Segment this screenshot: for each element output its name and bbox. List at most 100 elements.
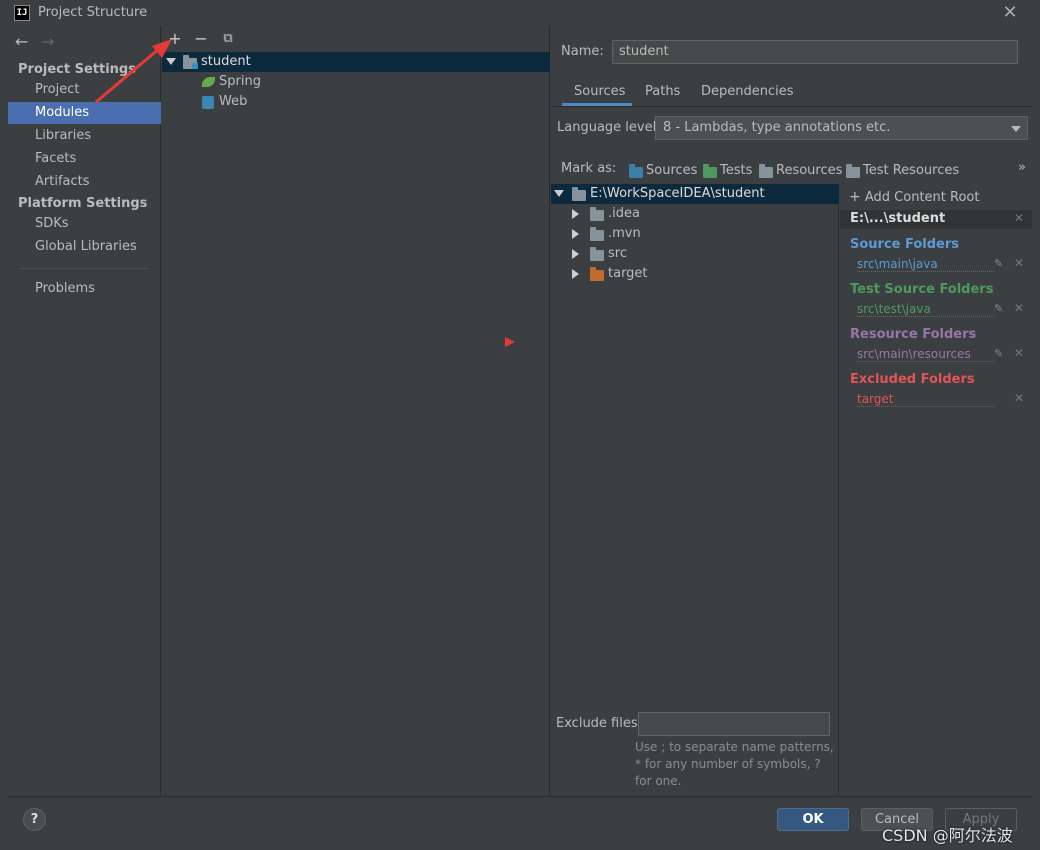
copy-icon[interactable]: ⧉ bbox=[219, 30, 237, 48]
content-roots-panel bbox=[840, 183, 1032, 795]
expand-arrow-icon[interactable] bbox=[554, 190, 564, 197]
chevron-down-icon bbox=[1011, 126, 1021, 132]
sources-folder-icon bbox=[629, 164, 643, 178]
project-structure-dialog: IJ Project Structure ✕ ← → Project Setti… bbox=[0, 0, 1040, 850]
sidebar-item-artifacts[interactable]: Artifacts bbox=[8, 171, 161, 193]
edit-icon[interactable]: ✎ bbox=[994, 257, 1003, 270]
module-name-input[interactable]: student bbox=[612, 40, 1018, 64]
module-badge-icon bbox=[192, 63, 198, 69]
excluded-folder-path: target bbox=[857, 391, 994, 407]
tab-paths[interactable]: Paths bbox=[645, 84, 680, 106]
language-level-value: 8 - Lambdas, type annotations etc. bbox=[663, 120, 891, 135]
content-label-target: target bbox=[608, 266, 648, 281]
title-bar: IJ Project Structure ✕ bbox=[0, 0, 1040, 26]
exclude-files-input[interactable] bbox=[638, 712, 830, 736]
help-button[interactable]: ? bbox=[23, 808, 46, 831]
sidebar-divider bbox=[18, 268, 150, 269]
test-source-folder-path: src\test\java bbox=[857, 301, 994, 317]
content-root-path: E:\...\student bbox=[850, 211, 946, 226]
plus-icon: + bbox=[849, 189, 861, 205]
excluded-folders-title: Excluded Folders bbox=[850, 372, 975, 387]
remove-icon[interactable]: ✕ bbox=[1014, 391, 1024, 405]
exclude-hint-line-1: Use ; to separate name patterns, bbox=[635, 740, 834, 754]
content-row-src[interactable]: src bbox=[551, 244, 839, 264]
expand-arrow-icon[interactable] bbox=[572, 229, 579, 239]
folder-icon bbox=[572, 187, 586, 201]
red-marker-icon bbox=[505, 337, 515, 347]
content-label-mvn: .mvn bbox=[608, 226, 641, 241]
excluded-folder-icon bbox=[590, 267, 604, 281]
back-arrow-icon[interactable]: ← bbox=[15, 32, 28, 51]
exclude-files-label: Exclude files: bbox=[556, 716, 643, 731]
sidebar-item-libraries[interactable]: Libraries bbox=[8, 125, 161, 147]
tree-row-student[interactable]: student bbox=[162, 52, 550, 72]
content-root-label: E:\WorkSpaceIDEA\student bbox=[590, 186, 765, 201]
mark-as-label: Mark as: bbox=[561, 161, 617, 176]
sidebar-item-sdks[interactable]: SDKs bbox=[8, 213, 161, 235]
sidebar-item-problems[interactable]: Problems bbox=[8, 278, 161, 300]
language-level-label: Language level: bbox=[557, 120, 661, 135]
spring-leaf-icon bbox=[202, 77, 215, 87]
tabs-divider bbox=[551, 106, 1032, 107]
mark-as-resources-label: Resources bbox=[776, 163, 843, 178]
sidebar-item-facets[interactable]: Facets bbox=[8, 148, 161, 170]
name-label: Name: bbox=[561, 44, 604, 59]
exclude-hint-line-3: for one. bbox=[635, 774, 682, 788]
mark-as-tests-button[interactable]: Tests bbox=[702, 162, 752, 180]
sidebar-item-global-libraries[interactable]: Global Libraries bbox=[8, 236, 161, 258]
edit-icon[interactable]: ✎ bbox=[994, 302, 1003, 315]
expand-arrow-icon[interactable] bbox=[572, 269, 579, 279]
tab-dependencies[interactable]: Dependencies bbox=[701, 84, 794, 106]
tree-row-web[interactable]: Web bbox=[162, 92, 550, 112]
remove-icon[interactable]: ✕ bbox=[1014, 301, 1024, 315]
tree-label-spring: Spring bbox=[219, 74, 261, 89]
expand-arrow-icon[interactable] bbox=[572, 249, 579, 259]
remove-icon[interactable]: ✕ bbox=[1014, 256, 1024, 270]
content-row-target[interactable]: target bbox=[551, 264, 839, 284]
tests-folder-icon bbox=[703, 164, 717, 178]
tree-row-spring[interactable]: Spring bbox=[162, 72, 550, 92]
mark-as-resources-button[interactable]: Resources bbox=[758, 162, 842, 180]
more-icon[interactable]: » bbox=[1018, 160, 1026, 175]
add-content-root-label: Add Content Root bbox=[864, 190, 980, 205]
source-folders-title: Source Folders bbox=[850, 237, 960, 252]
mark-as-sources-button[interactable]: Sources bbox=[628, 162, 697, 180]
test-source-folders-title: Test Source Folders bbox=[850, 282, 994, 297]
tree-label-web: Web bbox=[219, 94, 248, 109]
mark-as-test-resources-button[interactable]: Test Resources bbox=[845, 162, 959, 180]
source-folder-path: src\main\java bbox=[857, 256, 994, 272]
resources-folder-icon bbox=[759, 164, 773, 178]
close-icon[interactable]: ✕ bbox=[1000, 2, 1020, 23]
remove-icon[interactable]: ✕ bbox=[1014, 346, 1024, 360]
tree-label-student: student bbox=[201, 54, 251, 69]
resource-folders-title: Resource Folders bbox=[850, 327, 977, 342]
add-content-root-button[interactable]: + Add Content Root bbox=[849, 189, 979, 205]
expand-arrow-icon[interactable] bbox=[572, 209, 579, 219]
web-icon bbox=[202, 96, 214, 109]
mark-as-sources-label: Sources bbox=[646, 163, 698, 178]
window-title: Project Structure bbox=[38, 5, 148, 20]
watermark: CSDN @阿尔法波 bbox=[882, 826, 1013, 845]
language-level-select[interactable]: 8 - Lambdas, type annotations etc. bbox=[655, 116, 1028, 140]
platform-settings-header: Platform Settings bbox=[18, 196, 148, 211]
content-root-header: E:\...\student ✕ bbox=[840, 210, 1032, 229]
content-row-mvn[interactable]: .mvn bbox=[551, 224, 839, 244]
intellij-logo-icon: IJ bbox=[14, 5, 30, 21]
folder-icon bbox=[590, 247, 604, 261]
exclude-hint-line-2: * for any number of symbols, ? bbox=[635, 757, 821, 771]
content-label-idea: .idea bbox=[608, 206, 640, 221]
module-tree-panel bbox=[162, 26, 550, 795]
edit-icon[interactable]: ✎ bbox=[994, 347, 1003, 360]
ok-button[interactable]: OK bbox=[777, 808, 849, 831]
content-label-src: src bbox=[608, 246, 627, 261]
content-row-idea[interactable]: .idea bbox=[551, 204, 839, 224]
folder-icon bbox=[590, 207, 604, 221]
test-resources-folder-icon bbox=[846, 164, 860, 178]
mark-as-tests-label: Tests bbox=[720, 163, 753, 178]
mark-as-test-resources-label: Test Resources bbox=[863, 163, 960, 178]
forward-arrow-icon[interactable]: → bbox=[41, 32, 54, 51]
annotation-arrow bbox=[95, 39, 172, 104]
remove-root-icon[interactable]: ✕ bbox=[1014, 211, 1024, 225]
remove-icon[interactable]: − bbox=[192, 30, 210, 48]
content-root-row[interactable]: E:\WorkSpaceIDEA\student bbox=[551, 184, 839, 204]
